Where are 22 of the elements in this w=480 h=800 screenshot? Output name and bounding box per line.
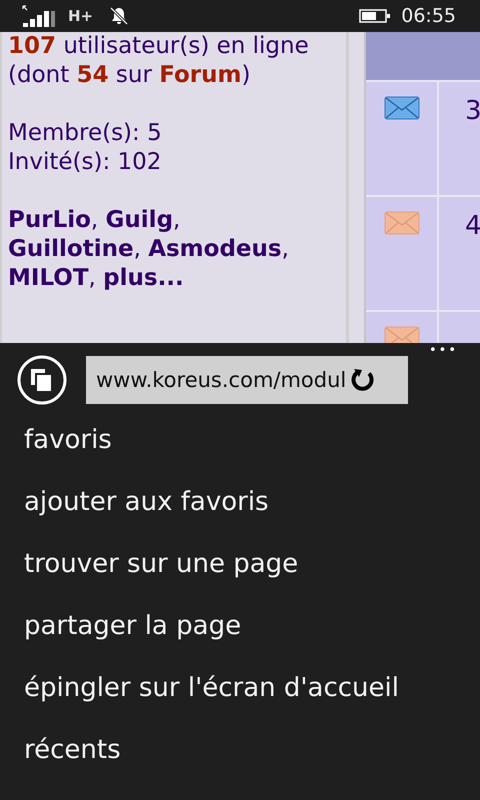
table-cell: 4	[439, 197, 480, 310]
menu-item[interactable]: favoris	[0, 409, 480, 471]
more-menu-button[interactable]: •••	[428, 343, 458, 358]
network-type: H+	[68, 7, 94, 25]
clock: 06:55	[401, 5, 456, 27]
battery-icon	[359, 9, 392, 23]
menu-item[interactable]: épingler sur l'écran d'accueil	[0, 657, 480, 719]
menu-item[interactable]: ajouter aux favoris	[0, 471, 480, 533]
muted-bell-icon	[109, 6, 130, 26]
menu-item[interactable]: récents	[0, 719, 480, 781]
online-summary: 107 utilisateur(s) en ligne (dont 54 sur Forum)	[8, 32, 310, 90]
menu-item[interactable]: trouver sur une page	[0, 533, 480, 595]
online-names: PurLio, Guilg, Guillotine, Asmodeus, MILOT, plus...	[8, 206, 290, 293]
refresh-icon[interactable]	[350, 367, 376, 393]
guests-count: Invité(s): 102	[8, 148, 162, 177]
address-field[interactable]: www.koreus.com/modul	[86, 356, 408, 404]
tabs-icon[interactable]	[17, 355, 67, 405]
members-count: Membre(s): 5	[8, 119, 163, 148]
table-cell: 3	[439, 82, 480, 195]
url-text: www.koreus.com/modul	[96, 368, 346, 392]
menu-item[interactable]: partager la page	[0, 595, 480, 657]
signal-icon	[22, 5, 56, 27]
